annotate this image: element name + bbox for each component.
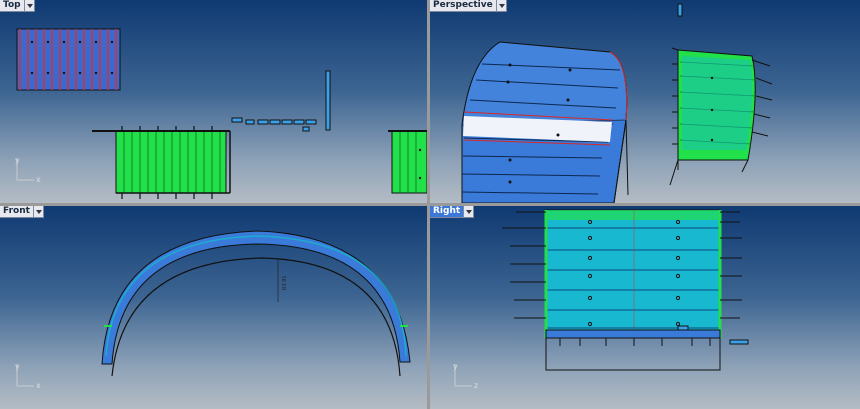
top-green-block-edge <box>388 130 427 194</box>
perspective-green-section <box>669 3 773 186</box>
right-axis-y-label: y <box>453 362 458 371</box>
viewport-perspective[interactable]: Perspective <box>430 0 860 203</box>
front-arch <box>101 230 411 377</box>
viewport-menu-icon[interactable] <box>33 206 44 218</box>
perspective-view-canvas[interactable] <box>430 0 860 203</box>
right-panel-wall <box>502 209 749 371</box>
viewport-front[interactable]: Front R3.91 y x <box>0 206 427 409</box>
top-green-block <box>92 126 231 199</box>
right-axis-z-label: z <box>474 381 478 390</box>
top-axis-x-label: x <box>36 175 41 184</box>
viewport-menu-icon[interactable] <box>496 0 507 12</box>
top-panel-block <box>16 28 121 91</box>
viewport-menu-icon[interactable] <box>24 0 35 12</box>
viewport-right-tab[interactable]: Right <box>430 206 475 218</box>
top-axis-y-label: y <box>15 156 20 165</box>
perspective-curved-roof <box>461 41 628 203</box>
front-axis-x-label: x <box>36 381 41 390</box>
front-view-canvas[interactable]: R3.91 y x <box>0 206 427 409</box>
viewport-top-label[interactable]: Top <box>0 0 25 12</box>
front-axis-y-label: y <box>15 362 20 371</box>
viewport-perspective-tab[interactable]: Perspective <box>430 0 507 12</box>
top-small-parts <box>231 70 331 132</box>
viewport-right-label[interactable]: Right <box>430 206 465 218</box>
viewport-perspective-label[interactable]: Perspective <box>430 0 497 12</box>
viewport-top[interactable]: Top y x <box>0 0 427 203</box>
perspective-frame <box>625 119 629 196</box>
viewport-right[interactable]: Right y z <box>430 206 860 409</box>
viewport-top-tab[interactable]: Top <box>0 0 35 12</box>
front-dimension-label: R3.91 <box>282 275 288 290</box>
viewport-menu-icon[interactable] <box>464 206 475 218</box>
viewport-front-tab[interactable]: Front <box>0 206 44 218</box>
right-view-canvas[interactable]: y z <box>430 206 860 409</box>
viewport-front-label[interactable]: Front <box>0 206 34 218</box>
top-view-canvas[interactable]: y x <box>0 0 427 203</box>
